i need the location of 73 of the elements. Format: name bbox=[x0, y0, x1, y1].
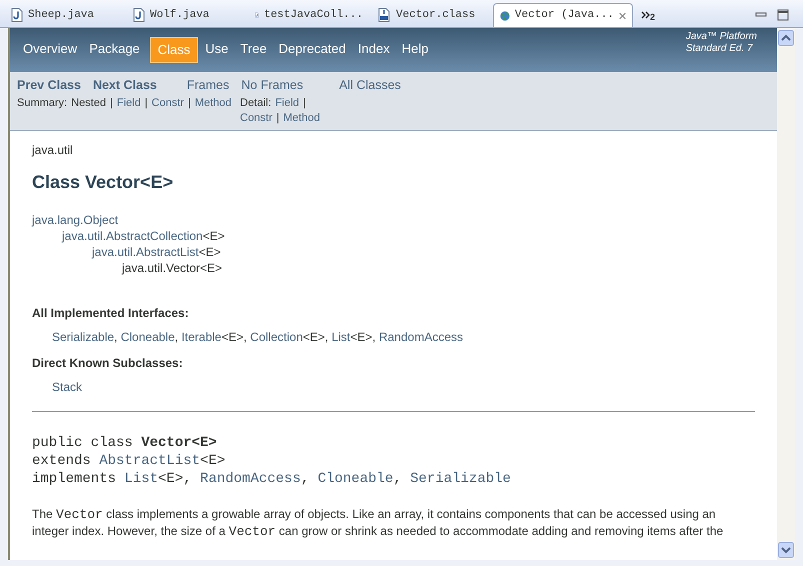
scroll-up-icon[interactable] bbox=[778, 30, 794, 46]
separator-text: | bbox=[110, 96, 113, 111]
summary-link[interactable]: Constr bbox=[240, 111, 272, 126]
declaration-line: implements List<E>, RandomAccess, Cloneable, Serializable bbox=[32, 470, 512, 488]
summary-link[interactable]: Method bbox=[194, 96, 232, 111]
editor-tab[interactable]: Vector.class bbox=[371, 3, 491, 27]
binary-file-icon bbox=[377, 8, 391, 22]
tab-label: Sheep.java bbox=[28, 8, 94, 23]
separator-text: | bbox=[276, 111, 280, 126]
separator-text: , bbox=[174, 330, 180, 344]
nav-link[interactable]: Overview bbox=[18, 37, 82, 60]
description-paragraph: The Vector class implements a growable array of objects. Like an array, it contains components that can be accessed using an integer index. However, the size of a Vector can grow or shrink as needed to accommodate adding and removing items after the bbox=[32, 506, 724, 540]
current-class-text: java.util.Vector<E> bbox=[122, 261, 222, 275]
superclass-link[interactable]: java.util.AbstractList<E> bbox=[92, 245, 221, 259]
separator-text: | bbox=[303, 96, 306, 111]
nav-link[interactable]: Tree bbox=[235, 37, 272, 60]
editor-tab[interactable]: Vector (Java... bbox=[493, 3, 633, 27]
nav-link[interactable]: Package bbox=[84, 37, 145, 60]
maximize-icon[interactable] bbox=[777, 9, 789, 21]
interface-link[interactable]: Serializable bbox=[52, 330, 114, 344]
summary-link[interactable]: Field bbox=[275, 96, 300, 111]
interface-link[interactable]: RandomAccess bbox=[378, 330, 464, 344]
java-file-icon bbox=[133, 8, 145, 22]
class-nav-link[interactable]: Next Class bbox=[92, 76, 157, 94]
tab-label: Vector.class bbox=[396, 8, 476, 23]
package-name: java.util bbox=[32, 142, 74, 159]
chevron-icon[interactable] bbox=[641, 11, 650, 19]
summary-label: Summary: bbox=[17, 96, 68, 111]
separator-text: , bbox=[114, 330, 118, 344]
nav-link[interactable]: Help bbox=[396, 37, 434, 60]
platform-text: Standard Ed. 7 bbox=[686, 43, 754, 55]
tab-label: Vector (Java... bbox=[514, 8, 614, 24]
editor-tab[interactable]: Wolf.java bbox=[127, 3, 247, 27]
interface-link[interactable]: Cloneable bbox=[120, 330, 175, 344]
section-heading: All Implemented Interfaces: bbox=[32, 305, 190, 322]
frames-link[interactable]: Frames bbox=[186, 76, 230, 94]
interface-link[interactable]: List<E> bbox=[332, 330, 372, 344]
interface-link[interactable]: Iterable<E> bbox=[181, 330, 244, 344]
superclass-link[interactable]: java.util.AbstractCollection<E> bbox=[62, 229, 225, 243]
all-classes-link[interactable]: All Classes bbox=[339, 76, 401, 94]
summary-link[interactable]: Method bbox=[283, 111, 320, 126]
java-file-icon bbox=[11, 8, 23, 22]
summary-link[interactable]: Constr bbox=[152, 96, 184, 111]
editor-tab[interactable]: Sheep.java bbox=[5, 3, 125, 27]
frames-link[interactable]: No Frames bbox=[241, 76, 304, 94]
declaration-line: public class Vector<E> bbox=[32, 434, 218, 452]
separator-text: | bbox=[144, 96, 148, 111]
close-icon[interactable] bbox=[618, 10, 626, 20]
declaration-line: extends AbstractList<E> bbox=[32, 452, 226, 470]
separator-text: , bbox=[372, 330, 377, 344]
class-title: Class Vector<E> bbox=[32, 171, 174, 194]
platform-text: Java™ Platform bbox=[686, 31, 757, 43]
summary-text: Nested bbox=[71, 96, 106, 111]
summary-link[interactable]: Field bbox=[116, 96, 141, 111]
scroll-down-icon[interactable] bbox=[778, 542, 794, 558]
class-nav-link[interactable]: Prev Class bbox=[17, 76, 81, 94]
tab-label: testJavaColl... bbox=[264, 8, 363, 23]
subclass-link[interactable]: Stack bbox=[52, 380, 82, 394]
globe-icon bbox=[500, 8, 510, 22]
separator-text: | bbox=[188, 96, 191, 111]
nav-link[interactable]: Use bbox=[200, 37, 234, 60]
nav-link[interactable]: Index bbox=[352, 37, 395, 60]
separator-text: , bbox=[244, 330, 248, 344]
overflow-count[interactable]: 2 bbox=[650, 11, 656, 25]
interface-link[interactable]: Collection<E> bbox=[250, 330, 325, 344]
section-heading: Direct Known Subclasses: bbox=[32, 355, 184, 372]
separator-text: , bbox=[324, 330, 330, 344]
superclass-link[interactable]: java.lang.Object bbox=[32, 213, 118, 227]
scrollbar[interactable] bbox=[777, 28, 795, 560]
tab-label: Wolf.java bbox=[150, 8, 210, 23]
editor-tab[interactable]: testJavaColl... bbox=[249, 3, 369, 27]
summary-label: Detail: bbox=[240, 96, 272, 111]
nav-link[interactable]: Deprecated bbox=[274, 37, 351, 60]
